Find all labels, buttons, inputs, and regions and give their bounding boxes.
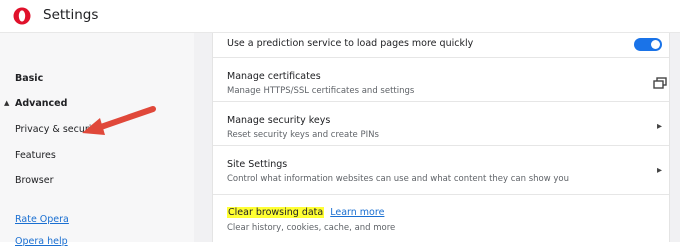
sidebar-item-browser[interactable]: Browser <box>15 175 54 186</box>
setting-title: Manage certificates <box>227 71 321 82</box>
setting-clear-data-row[interactable]: Clear browsing data Learn more Clear hist… <box>213 195 669 242</box>
setting-certificates-row[interactable]: Manage certificates Manage HTTPS/SSL cer… <box>213 58 669 100</box>
sidebar-item-basic[interactable]: Basic <box>15 73 43 84</box>
opera-logo-icon[interactable] <box>13 7 31 25</box>
toggle-knob <box>651 40 660 49</box>
sidebar-item-features[interactable]: Features <box>15 150 56 161</box>
settings-card: Use a prediction service to load pages m… <box>212 33 670 242</box>
title-bar: Settings <box>0 0 680 32</box>
external-link-icon[interactable] <box>653 77 667 89</box>
sidebar-item-advanced[interactable]: Advanced <box>15 98 67 109</box>
caret-up-icon: ▲ <box>4 99 10 107</box>
setting-title: Site Settings <box>227 159 288 170</box>
prediction-toggle[interactable] <box>634 38 662 51</box>
setting-title-wrapper: Clear browsing data Learn more <box>227 207 384 218</box>
setting-subtitle: Reset security keys and create PINs <box>227 130 379 140</box>
setting-prediction-row[interactable]: Use a prediction service to load pages m… <box>213 33 669 56</box>
app-title: Settings <box>43 7 99 23</box>
setting-security-keys-row[interactable]: Manage security keys Reset security keys… <box>213 102 669 144</box>
chevron-right-icon[interactable]: ▸ <box>657 121 662 132</box>
learn-more-link[interactable]: Learn more <box>330 207 384 218</box>
setting-subtitle: Manage HTTPS/SSL certificates and settin… <box>227 86 415 96</box>
setting-site-settings-row[interactable]: Site Settings Control what information w… <box>213 146 669 188</box>
red-arrow-annotation <box>82 106 156 135</box>
rate-opera-link[interactable]: Rate Opera <box>15 214 69 225</box>
setting-subtitle: Control what information websites can us… <box>227 174 570 184</box>
setting-subtitle: Clear history, cookies, cache, and more <box>227 223 396 233</box>
setting-title: Manage security keys <box>227 115 331 126</box>
clear-browsing-data-title: Clear browsing data <box>227 207 325 218</box>
chevron-right-icon[interactable]: ▸ <box>657 165 662 176</box>
setting-title: Use a prediction service to load pages m… <box>227 38 474 49</box>
